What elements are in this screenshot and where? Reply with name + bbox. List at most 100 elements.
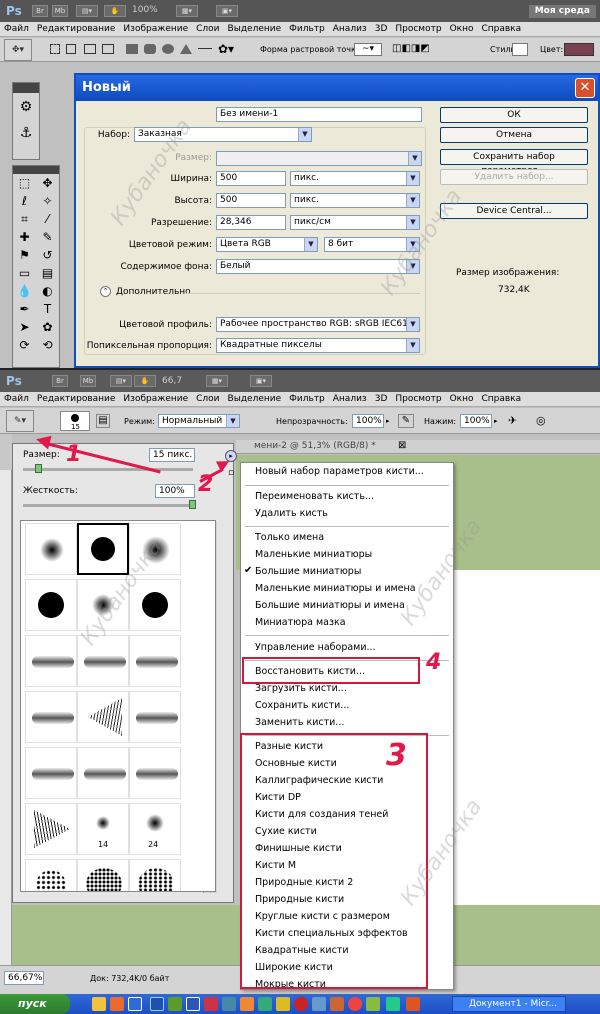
width-field[interactable]: 500 (216, 171, 286, 186)
menu-new-preset[interactable]: Новый набор параметров кисти... (255, 466, 424, 477)
pen-icon[interactable] (102, 44, 114, 54)
brush-thumb[interactable] (129, 691, 181, 743)
menu-view[interactable]: Просмотр (391, 22, 445, 36)
zoom-readout[interactable]: 66,7 (162, 376, 182, 386)
app3-icon[interactable] (366, 997, 380, 1011)
expand-icon[interactable]: ⌃ (100, 286, 111, 297)
advanced-label[interactable]: Дополнительно (116, 287, 191, 297)
menu-view[interactable]: Просмотр (391, 392, 445, 406)
brush-thumb[interactable] (129, 747, 181, 799)
excel-icon[interactable] (168, 997, 182, 1011)
menu-window[interactable]: Окно (446, 392, 478, 406)
brush-thumb[interactable] (25, 747, 77, 799)
menu-save[interactable]: Сохранить кисти... (255, 700, 349, 711)
brush-thumb[interactable]: 24 (129, 803, 181, 855)
minibridge-icon[interactable]: Mb (52, 5, 68, 17)
start-button[interactable]: пуск (0, 994, 70, 1014)
menu-help[interactable]: Справка (477, 392, 525, 406)
opacity-slider-icon[interactable]: ▸ (386, 417, 390, 425)
custom-shape-icon[interactable]: ✿▾ (218, 42, 234, 56)
flow-slider-icon[interactable]: ▸ (494, 417, 498, 425)
menu-analysis[interactable]: Анализ (329, 22, 371, 36)
hardness-field[interactable]: 100% (155, 484, 195, 498)
bridge-icon[interactable]: Br (32, 5, 48, 17)
path-icon[interactable] (84, 44, 96, 54)
height-field[interactable]: 500 (216, 193, 286, 208)
menu-layers[interactable]: Слои (192, 22, 223, 36)
size-slider[interactable] (23, 468, 193, 471)
shape-ellipse-icon[interactable] (162, 44, 174, 54)
brush-thumb[interactable] (25, 523, 77, 575)
hardness-slider[interactable] (23, 504, 193, 507)
aspect-select[interactable]: Квадратные пикселы ▼ (216, 338, 420, 353)
media-icon[interactable] (222, 997, 236, 1011)
brush-thumb[interactable] (129, 635, 181, 687)
rect-select-icon[interactable] (50, 44, 60, 54)
desktop-icon[interactable] (128, 997, 142, 1011)
flow-field[interactable]: 100% (460, 414, 492, 428)
winamp-icon[interactable] (276, 997, 290, 1011)
menu-large-thumb[interactable]: Большие миниатюры (255, 566, 361, 577)
type-tool-icon[interactable]: T (36, 300, 59, 318)
ps-icon[interactable] (150, 997, 164, 1011)
brush-picker[interactable]: 15 (60, 411, 90, 431)
menu-stroke-thumb[interactable]: Миниатюра мазка (255, 617, 346, 628)
shape-line-icon[interactable] (198, 48, 212, 49)
menu-text-only[interactable]: Только имена (255, 532, 324, 543)
word-icon[interactable] (186, 997, 200, 1011)
taskbar-word-document[interactable]: Документ1 - Micr... (452, 996, 566, 1012)
brush-thumb-selected[interactable] (77, 523, 129, 575)
menu-window[interactable]: Окно (446, 22, 478, 36)
dialog-title-bar[interactable]: Новый ✕ (76, 75, 598, 101)
menu-layers[interactable]: Слои (192, 392, 223, 406)
size-slider-thumb[interactable] (35, 464, 42, 473)
3d-tool-icon[interactable]: ⟳ (13, 336, 36, 354)
rect-icon[interactable] (66, 44, 76, 54)
menu-edit[interactable]: Редактирование (33, 22, 120, 36)
menu-replace[interactable]: Заменить кисти... (255, 717, 344, 728)
eyedropper-tool-icon[interactable]: ⁄ (36, 210, 59, 228)
menu-preset-manager[interactable]: Управление наборами... (255, 642, 376, 653)
menu-large-list[interactable]: Большие миниатюры и имена (255, 600, 405, 611)
brush-panel-toggle-icon[interactable]: ▤ (96, 414, 110, 428)
resolution-unit-select[interactable]: пикс/см ▼ (290, 215, 420, 230)
menu-select[interactable]: Выделение (224, 392, 286, 406)
brush-thumb[interactable] (77, 691, 129, 743)
screen-mode-icon[interactable]: ▣▾ (216, 5, 238, 17)
document-canvas[interactable] (454, 570, 600, 905)
zoom-readout[interactable]: 100% (132, 5, 158, 15)
menu-filter[interactable]: Фильтр (285, 22, 329, 36)
history-brush-icon[interactable]: ↺ (36, 246, 59, 264)
color-mode-select[interactable]: Цвета RGB ▼ (216, 237, 318, 252)
menu-load[interactable]: Загрузить кисти... (255, 683, 347, 694)
mode-select[interactable]: Нормальный ▼ (158, 414, 240, 428)
height-unit-select[interactable]: пикс. ▼ (290, 193, 420, 208)
workspace-switcher[interactable]: Моя среда (528, 5, 596, 18)
status-zoom[interactable]: 66,67% (4, 971, 44, 985)
brush-thumb[interactable] (25, 579, 77, 631)
blur-tool-icon[interactable]: 💧 (13, 282, 36, 300)
menu-help[interactable]: Справка (477, 22, 525, 36)
hand-icon[interactable]: ✋ (104, 5, 126, 17)
menu-3d[interactable]: 3D (371, 392, 392, 406)
hand-icon[interactable]: ✋ (134, 375, 156, 387)
chrome-icon[interactable] (348, 997, 362, 1011)
ok-button[interactable]: ОК (440, 107, 588, 123)
toolbox-grip[interactable] (13, 166, 59, 174)
airbrush-icon[interactable]: ✈ (508, 414, 524, 428)
menu-select[interactable]: Выделение (224, 22, 286, 36)
menu-rename[interactable]: Переименовать кисть... (255, 491, 374, 502)
opera-icon[interactable] (294, 997, 308, 1011)
brush-thumb[interactable] (77, 635, 129, 687)
app-icon[interactable] (110, 997, 124, 1011)
menu-3d[interactable]: 3D (371, 22, 392, 36)
app2-icon[interactable] (330, 997, 344, 1011)
menu-file[interactable]: Файл (0, 392, 33, 406)
gradient-tool-icon[interactable]: ▤ (36, 264, 59, 282)
menu-delete[interactable]: Удалить кисть (255, 508, 328, 519)
dodge-tool-icon[interactable]: ◐ (36, 282, 59, 300)
brush-tool-icon[interactable]: ✎ (36, 228, 59, 246)
width-unit-select[interactable]: пикс. ▼ (290, 171, 420, 186)
brush-thumb[interactable] (129, 859, 181, 891)
brush-thumb[interactable] (25, 859, 77, 891)
